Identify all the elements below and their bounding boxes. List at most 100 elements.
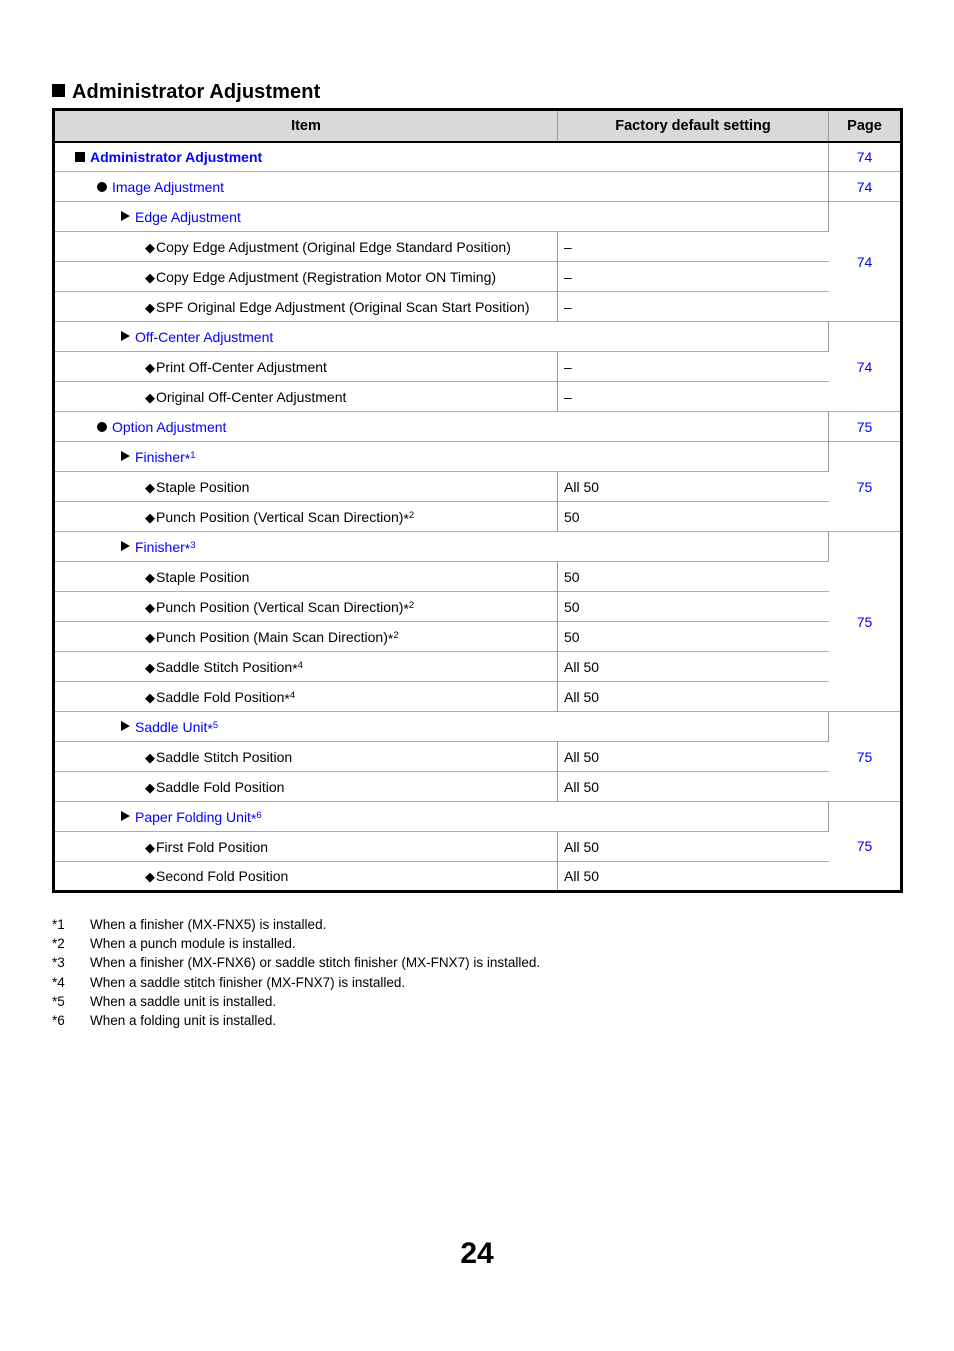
page-link[interactable]: 75: [828, 411, 902, 442]
triangle-bullet-icon: [121, 211, 130, 221]
table-row: ◆Saddle Fold Position All 50: [53, 771, 902, 802]
factory-default-cell: All 50: [557, 861, 829, 892]
footnote-item: *4 When a saddle stitch finisher (MX-FNX7…: [52, 973, 912, 992]
item-label: Print Off-Center Adjustment: [156, 358, 327, 375]
page-link[interactable]: 74: [828, 141, 902, 172]
footnote-list: *1 When a finisher (MX-FNX5) is installed…: [52, 915, 912, 1030]
item-label-wrap[interactable]: Edge Adjustment: [61, 209, 241, 225]
item-label-wrap[interactable]: Finisher*3: [61, 539, 196, 555]
factory-default-cell: All 50: [557, 471, 829, 502]
page-link[interactable]: 75: [828, 711, 902, 802]
item-label-wrap[interactable]: Image Adjustment: [61, 179, 224, 195]
item-label: Saddle Unit*5: [135, 718, 219, 737]
diamond-bullet-icon: ◆: [145, 239, 155, 255]
footnote-ref: *4: [292, 659, 303, 677]
item-label: Punch Position (Vertical Scan Direction)…: [156, 508, 415, 527]
page-number: 24: [460, 1237, 494, 1270]
item-cell: ◆Punch Position (Main Scan Direction)*2: [53, 621, 558, 652]
item-label-wrap: ◆Punch Position (Vertical Scan Direction…: [61, 599, 414, 616]
item-label-wrap[interactable]: Saddle Unit*5: [61, 719, 218, 735]
item-cell: ◆Saddle Stitch Position*4: [53, 651, 558, 682]
item-label: Staple Position: [156, 568, 250, 585]
diamond-bullet-icon: ◆: [145, 599, 155, 615]
item-label-wrap[interactable]: Off-Center Adjustment: [61, 329, 273, 345]
factory-default-cell: 50: [557, 591, 829, 622]
diamond-bullet-icon: ◆: [145, 659, 155, 675]
footnote-text: When a punch module is installed.: [90, 936, 296, 952]
footnote-item: *6 When a folding unit is installed.: [52, 1011, 912, 1030]
page-link[interactable]: 75: [828, 441, 902, 532]
table-row: Finisher*1 75: [53, 441, 902, 532]
item-cell: Option Adjustment: [53, 411, 829, 442]
page-link[interactable]: 74: [828, 171, 902, 202]
page-link[interactable]: 75: [828, 801, 902, 892]
table-row: Paper Folding Unit*6 75: [53, 801, 902, 892]
item-cell: ◆Punch Position (Vertical Scan Direction…: [53, 501, 558, 532]
item-cell: ◆Saddle Fold Position: [53, 771, 558, 802]
factory-default-cell: –: [557, 381, 829, 412]
item-label-wrap[interactable]: Paper Folding Unit*6: [61, 809, 262, 825]
table-row: ◆Print Off-Center Adjustment –: [53, 351, 902, 382]
table-row: ◆Staple Position All 50: [53, 471, 902, 502]
item-label-wrap: ◆Print Off-Center Adjustment: [61, 359, 327, 375]
footnote-ref: *6: [250, 809, 262, 827]
page-link[interactable]: 74: [828, 201, 902, 322]
table-row: ◆Punch Position (Vertical Scan Direction…: [53, 591, 902, 622]
item-cell: ◆Copy Edge Adjustment (Registration Moto…: [53, 261, 558, 292]
adjustment-table-container: Item Factory default setting Page Admini…: [52, 108, 903, 893]
table-row: ◆Saddle Stitch Position All 50: [53, 741, 902, 772]
item-label: Finisher*3: [135, 538, 196, 557]
item-cell: ◆Saddle Fold Position*4: [53, 681, 558, 712]
document-page: Administrator Adjustment Item Factory de…: [0, 0, 954, 1351]
item-cell: ◆Second Fold Position: [53, 861, 558, 892]
factory-default-cell: All 50: [557, 681, 829, 712]
table-row: Edge Adjustment 74: [53, 201, 902, 322]
item-label-wrap[interactable]: Administrator Adjustment: [61, 149, 262, 165]
factory-default-cell: 50: [557, 501, 829, 532]
column-header-page: Page: [828, 109, 902, 143]
square-bullet-icon: [75, 151, 85, 162]
factory-default-cell: All 50: [557, 741, 829, 772]
diamond-bullet-icon: ◆: [145, 629, 155, 645]
item-cell: Edge Adjustment: [53, 201, 829, 232]
item-cell: Finisher*1: [53, 441, 829, 472]
item-cell: ◆Copy Edge Adjustment (Original Edge Sta…: [53, 231, 558, 262]
item-label-wrap: ◆Second Fold Position: [61, 868, 288, 884]
table-row: ◆SPF Original Edge Adjustment (Original …: [53, 291, 902, 322]
item-label-wrap: ◆Copy Edge Adjustment (Original Edge Sta…: [61, 239, 511, 255]
item-label-wrap: ◆Original Off-Center Adjustment: [61, 389, 346, 405]
diamond-bullet-icon: ◆: [145, 479, 155, 495]
page-link[interactable]: 75: [828, 531, 902, 712]
triangle-bullet-icon: [121, 331, 130, 341]
item-cell: Finisher*3: [53, 531, 829, 562]
column-header-item: Item: [53, 109, 558, 143]
page-link[interactable]: 74: [828, 321, 902, 412]
triangle-bullet-icon: [121, 541, 130, 551]
item-label: Staple Position: [156, 478, 250, 495]
item-cell: ◆Punch Position (Vertical Scan Direction…: [53, 591, 558, 622]
item-label: Administrator Adjustment: [90, 148, 263, 165]
item-cell: ◆Original Off-Center Adjustment: [53, 381, 558, 412]
item-label: Saddle Fold Position: [156, 778, 285, 795]
footnote-marker: *1: [52, 917, 65, 932]
triangle-bullet-icon: [121, 721, 130, 731]
item-label-wrap: ◆Punch Position (Vertical Scan Direction…: [61, 508, 415, 527]
diamond-bullet-icon: ◆: [145, 269, 155, 285]
diamond-bullet-icon: ◆: [145, 509, 155, 525]
footnote-text: When a saddle unit is installed.: [90, 993, 277, 1009]
item-label-wrap: ◆First Fold Position: [61, 839, 268, 855]
item-label: Saddle Stitch Position*4: [156, 658, 303, 677]
factory-default-cell: 50: [557, 561, 829, 592]
item-label-wrap: ◆Saddle Fold Position: [61, 779, 284, 795]
item-label-wrap[interactable]: Finisher*1: [61, 449, 196, 465]
item-label: Punch Position (Main Scan Direction)*2: [156, 628, 399, 647]
item-cell: Off-Center Adjustment: [53, 321, 829, 352]
diamond-bullet-icon: ◆: [145, 299, 155, 315]
table-row: ◆Copy Edge Adjustment (Original Edge Sta…: [53, 231, 902, 262]
triangle-bullet-icon: [121, 811, 130, 821]
item-cell: Paper Folding Unit*6: [53, 801, 829, 832]
table-header: Item Factory default setting Page: [53, 109, 902, 143]
item-label-wrap[interactable]: Option Adjustment: [61, 419, 226, 435]
footnote-ref: *3: [184, 539, 196, 557]
footnote-ref: *4: [284, 689, 296, 707]
